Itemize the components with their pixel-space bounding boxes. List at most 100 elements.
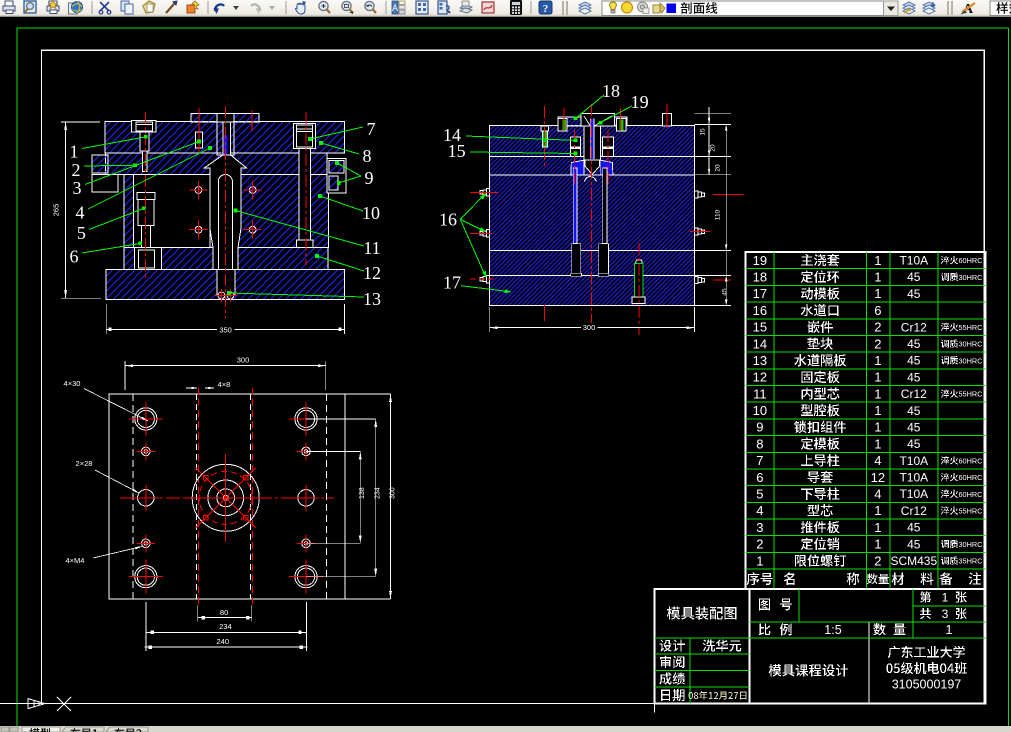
svg-text:14: 14 bbox=[753, 336, 767, 351]
svg-text:12: 12 bbox=[753, 370, 767, 385]
svg-text:4×M4: 4×M4 bbox=[66, 556, 85, 565]
svg-text:350: 350 bbox=[219, 325, 232, 334]
svg-text:Cr12: Cr12 bbox=[901, 504, 927, 518]
svg-text:1: 1 bbox=[874, 520, 881, 535]
svg-text:1: 1 bbox=[874, 370, 881, 385]
svg-text:Cr12: Cr12 bbox=[901, 320, 927, 334]
svg-text:2: 2 bbox=[874, 320, 881, 335]
svg-text:60HRC: 60HRC bbox=[959, 256, 983, 265]
svg-text:55HRC: 55HRC bbox=[959, 390, 983, 399]
svg-text:1: 1 bbox=[874, 436, 881, 451]
svg-text:9: 9 bbox=[756, 420, 763, 435]
svg-text:A: A bbox=[392, 3, 398, 13]
svg-text:300: 300 bbox=[237, 356, 250, 365]
svg-text:18: 18 bbox=[753, 270, 767, 285]
svg-text:60HRC: 60HRC bbox=[959, 490, 983, 499]
svg-text:240: 240 bbox=[217, 637, 230, 646]
svg-text:265: 265 bbox=[52, 204, 61, 217]
svg-text:10: 10 bbox=[362, 203, 380, 223]
svg-text:2: 2 bbox=[874, 553, 881, 568]
svg-text:6: 6 bbox=[756, 470, 763, 485]
svg-text:11: 11 bbox=[363, 238, 380, 258]
svg-text:3: 3 bbox=[73, 178, 82, 198]
svg-text:4: 4 bbox=[756, 503, 763, 518]
svg-text:1: 1 bbox=[874, 503, 881, 518]
svg-text:7: 7 bbox=[756, 453, 763, 468]
svg-text:SCM435: SCM435 bbox=[890, 554, 937, 568]
svg-text:T10A: T10A bbox=[899, 254, 928, 268]
svg-text:45: 45 bbox=[907, 370, 921, 384]
svg-text:45: 45 bbox=[907, 420, 921, 434]
svg-text:45: 45 bbox=[907, 437, 921, 451]
svg-text:20: 20 bbox=[710, 144, 717, 152]
svg-text:1: 1 bbox=[70, 142, 79, 162]
svg-text:12: 12 bbox=[871, 470, 885, 485]
svg-text:45: 45 bbox=[907, 354, 921, 368]
svg-text:234: 234 bbox=[375, 487, 382, 499]
svg-text:1: 1 bbox=[946, 623, 953, 637]
svg-text:5: 5 bbox=[756, 487, 763, 502]
svg-text:234: 234 bbox=[219, 622, 232, 631]
svg-text:45: 45 bbox=[907, 337, 921, 351]
svg-text:17: 17 bbox=[753, 286, 767, 301]
svg-text:6: 6 bbox=[874, 303, 881, 318]
svg-text:19: 19 bbox=[753, 253, 767, 268]
svg-text:60HRC: 60HRC bbox=[959, 473, 983, 482]
svg-text:80: 80 bbox=[220, 608, 228, 617]
svg-text:1: 1 bbox=[874, 253, 881, 268]
svg-text:15: 15 bbox=[448, 141, 466, 161]
svg-text:5: 5 bbox=[77, 223, 86, 243]
svg-text:T10A: T10A bbox=[899, 454, 928, 468]
svg-text:9: 9 bbox=[365, 168, 374, 188]
svg-text:1: 1 bbox=[942, 591, 949, 605]
svg-text:45: 45 bbox=[907, 521, 921, 535]
svg-text:17: 17 bbox=[443, 273, 461, 293]
svg-text:13: 13 bbox=[753, 353, 767, 368]
svg-text:Cr12: Cr12 bbox=[901, 387, 927, 401]
svg-text:45: 45 bbox=[907, 270, 921, 284]
svg-text:2: 2 bbox=[756, 537, 763, 552]
svg-text:?: ? bbox=[543, 3, 549, 15]
svg-text:1:5: 1:5 bbox=[824, 623, 841, 637]
svg-text:60HRC: 60HRC bbox=[959, 456, 983, 465]
svg-text:15: 15 bbox=[700, 128, 707, 136]
svg-text:1: 1 bbox=[874, 420, 881, 435]
svg-text:4: 4 bbox=[874, 453, 881, 468]
svg-text:18: 18 bbox=[602, 81, 620, 101]
svg-text:4×8: 4×8 bbox=[218, 380, 231, 389]
svg-text:55HRC: 55HRC bbox=[959, 323, 983, 332]
svg-text:1: 1 bbox=[874, 353, 881, 368]
svg-text:10: 10 bbox=[753, 403, 767, 418]
svg-text:T10A: T10A bbox=[899, 471, 928, 485]
svg-text:1: 1 bbox=[874, 270, 881, 285]
svg-text:3105000197: 3105000197 bbox=[892, 678, 962, 692]
svg-text:4: 4 bbox=[874, 487, 881, 502]
svg-text:55HRC: 55HRC bbox=[959, 507, 983, 516]
svg-text:19: 19 bbox=[631, 92, 649, 112]
svg-text:4×30: 4×30 bbox=[64, 379, 81, 388]
svg-text:4: 4 bbox=[76, 203, 85, 223]
svg-text:11: 11 bbox=[753, 386, 767, 401]
svg-text:13: 13 bbox=[363, 289, 381, 309]
svg-text:1: 1 bbox=[874, 403, 881, 418]
svg-text:1: 1 bbox=[874, 386, 881, 401]
svg-text:16: 16 bbox=[753, 303, 767, 318]
svg-text:3: 3 bbox=[756, 520, 763, 535]
svg-text:3: 3 bbox=[942, 607, 949, 621]
svg-text:30HRC: 30HRC bbox=[959, 273, 983, 282]
svg-text:7: 7 bbox=[367, 119, 376, 139]
svg-text:110: 110 bbox=[715, 209, 722, 220]
svg-text:15: 15 bbox=[753, 320, 767, 335]
svg-text:1: 1 bbox=[874, 537, 881, 552]
svg-text:45: 45 bbox=[907, 537, 921, 551]
svg-text:1: 1 bbox=[874, 286, 881, 301]
svg-text:2: 2 bbox=[72, 160, 81, 180]
svg-text:8: 8 bbox=[756, 436, 763, 451]
svg-text:35HRC: 35HRC bbox=[959, 557, 983, 566]
svg-text:300: 300 bbox=[583, 323, 596, 332]
svg-text:138: 138 bbox=[359, 487, 366, 499]
svg-text:45: 45 bbox=[907, 404, 921, 418]
svg-text:16: 16 bbox=[439, 210, 457, 230]
svg-text:2×28: 2×28 bbox=[76, 459, 93, 468]
svg-text:6: 6 bbox=[70, 246, 79, 266]
